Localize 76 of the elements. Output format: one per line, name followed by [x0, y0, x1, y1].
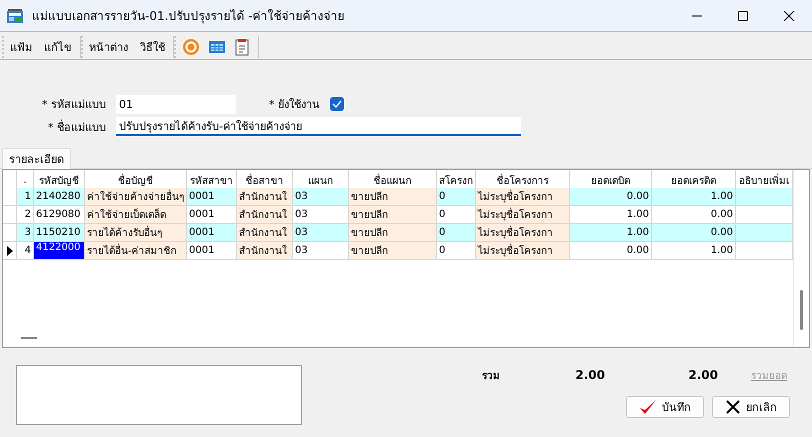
table-cell: 0	[437, 188, 476, 206]
table-cell: ขายปลีก	[349, 224, 437, 242]
tab[interactable]: รายละเอียด	[2, 148, 71, 169]
table-cell	[736, 206, 793, 224]
table-cell: 0.00	[652, 206, 736, 224]
table-icon	[208, 40, 226, 54]
table-cell: 0001	[187, 188, 237, 206]
table-cell: ไม่ระบุชื่อโครงกา	[476, 242, 570, 260]
checkmark-icon	[639, 399, 657, 415]
maximize-icon	[737, 10, 749, 20]
table-cell: ค่าใช้จ่ายเบ็ดเตล็ด	[85, 206, 187, 224]
horizontal-scrollbar[interactable]	[21, 337, 37, 339]
table-cell: ขายปลีก	[349, 242, 437, 260]
table-cell	[736, 242, 793, 260]
menu-item[interactable]: หน้าต่าง	[89, 36, 128, 58]
table-cell: 2140280	[34, 188, 85, 206]
table-cell: 1.00	[570, 206, 652, 224]
table-cell: 0.00	[652, 224, 736, 242]
table-cell: สำนักงานใ	[237, 224, 293, 242]
table-cell: 03	[293, 188, 349, 206]
save-button[interactable]: บันทึก	[626, 396, 704, 418]
row-header[interactable]	[3, 242, 17, 260]
table-cell	[736, 188, 793, 206]
triangle-pointer-icon	[6, 246, 12, 256]
window-title: แม่แบบเอกสารรายวัน-01.ปรับปรุงรายได้ -ค่าใช้จ่ายค้างจ่าย	[32, 8, 345, 25]
table-cell: 0	[437, 224, 476, 242]
table-cell: สำนักงานใ	[237, 206, 293, 224]
name-field[interactable]: ปรับปรุงรายได้ค้างรับ-ค่าใช้จ่ายค้างจ่าย	[116, 117, 521, 136]
close-icon	[725, 399, 741, 415]
menu-item[interactable]: แฟ้ม	[10, 36, 32, 58]
menu-item[interactable]: วิธีใช้	[140, 36, 165, 58]
table-cell: 0	[437, 206, 476, 224]
cancel-button[interactable]: ยกเลิก	[712, 396, 790, 418]
table-cell: ไม่ระบุชื่อโครงกา	[476, 188, 570, 206]
debit-total: 2.00	[574, 368, 605, 382]
table-cell: ไม่ระบุชื่อโครงกา	[476, 224, 570, 242]
table-cell: 6129080	[34, 206, 85, 224]
table-cell: 0.00	[570, 188, 652, 206]
field-label: * รหัสแม่แบบ	[41, 97, 107, 113]
table-cell: 0001	[187, 206, 237, 224]
table-cell: 2	[17, 206, 34, 224]
menu-item[interactable]: แก้ไข	[44, 36, 72, 58]
table-cell: 03	[293, 242, 349, 260]
table-cell	[736, 224, 793, 242]
active-checkbox[interactable]	[330, 97, 344, 111]
credit-total: 2.00	[687, 368, 718, 382]
table-cell: รายได้ค้างรับอื่นๆ	[85, 224, 187, 242]
table-cell: 1	[17, 188, 34, 206]
table-cell: สำนักงานใ	[237, 188, 293, 206]
table-cell: ขายปลีก	[349, 206, 437, 224]
total-label: รวม	[482, 370, 501, 382]
memo-box[interactable]	[16, 365, 302, 425]
clipboard-icon	[234, 38, 250, 56]
table-cell: 3	[17, 224, 34, 242]
table-cell: ค่าใช้จ่ายค้างจ่ายอื่นๆ	[85, 188, 187, 206]
checkbox-label: * ยังใช้งาน	[268, 97, 321, 113]
table-cell: รายได้อื่น-ค่าสมาชิก	[85, 242, 187, 260]
table-cell: 03	[293, 206, 349, 224]
table-cell: ไม่ระบุชื่อโครงกา	[476, 206, 570, 224]
app-icon	[6, 8, 24, 24]
table-cell: 0001	[187, 224, 237, 242]
table-cell: 4122000	[34, 242, 85, 260]
table-cell: 1.00	[652, 188, 736, 206]
code-field[interactable]: 01	[116, 94, 236, 114]
field-label: * ชื่อแม่แบบ	[47, 118, 107, 136]
table-cell: 0001	[187, 242, 237, 260]
table-cell: สำนักงานใ	[237, 242, 293, 260]
table-cell: 1150210	[34, 224, 85, 242]
table-cell: 03	[293, 224, 349, 242]
table-cell: 0	[437, 242, 476, 260]
table-cell: 0.00	[570, 242, 652, 260]
close-icon	[783, 10, 795, 20]
table-cell: ขายปลีก	[349, 188, 437, 206]
table-cell: 1.00	[652, 242, 736, 260]
table-cell: 4	[17, 242, 34, 260]
table-cell: 1.00	[570, 224, 652, 242]
